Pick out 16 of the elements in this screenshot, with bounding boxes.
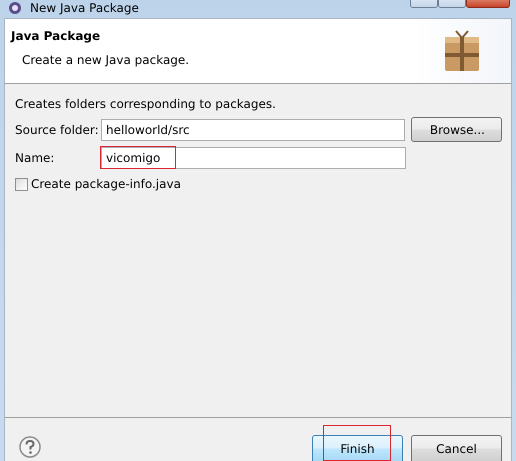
checkbox[interactable]: [15, 178, 28, 190]
package-icon: [443, 29, 481, 73]
field-label: Source folder:: [15, 122, 95, 136]
window-title: New Java Package: [30, 1, 139, 15]
intro-text: Creates folders corresponding to packages.: [15, 97, 277, 111]
checkbox-label: Create package-info.java: [31, 177, 181, 191]
app-icon: [8, 1, 22, 15]
finish-button[interactable]: Finish: [312, 435, 403, 461]
page-title: Java Package: [11, 29, 102, 43]
page-description: Create a new Java package.: [22, 53, 190, 67]
help-icon[interactable]: [19, 436, 41, 458]
text-field[interactable]: vicomigo: [101, 146, 406, 168]
field-label: Name:: [15, 150, 56, 164]
text-field[interactable]: helloworld/src: [101, 118, 406, 140]
browse-button[interactable]: Browse...: [411, 117, 502, 142]
cancel-button[interactable]: Cancel: [411, 435, 502, 461]
